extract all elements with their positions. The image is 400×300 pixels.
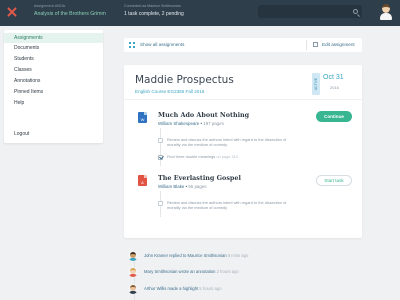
- author-name[interactable]: William Blake: [158, 184, 184, 189]
- sidebar-item-annotations[interactable]: Annotations: [4, 76, 103, 86]
- status-badge-label: ACTIVE: [314, 77, 318, 91]
- task-checkbox[interactable]: [158, 138, 163, 143]
- grid-icon: [129, 42, 135, 48]
- search-input[interactable]: [258, 5, 362, 18]
- due-year: 2016: [330, 85, 339, 90]
- avatar-head: [382, 4, 390, 13]
- avatar: [128, 267, 138, 277]
- sidebar-item-assignments[interactable]: Assignments: [4, 33, 103, 43]
- word-document-icon: W: [138, 112, 147, 123]
- author-name[interactable]: William Shakespeare: [158, 121, 199, 126]
- activity-text[interactable]: John Kramer replied to Maurice Smithsoni…: [144, 253, 248, 258]
- sidebar-item-help[interactable]: Help: [4, 98, 103, 108]
- edit-icon[interactable]: [313, 42, 318, 47]
- top-bar: Assignment #001b Analysis of the Brother…: [0, 0, 400, 26]
- avatar: [128, 284, 138, 294]
- avatar-body: [380, 13, 392, 20]
- show-all-assignments-link[interactable]: Show all assignments: [140, 42, 184, 47]
- avatar: [128, 251, 138, 261]
- due-date: Oct 31: [323, 74, 344, 81]
- task-connector: [160, 128, 161, 166]
- sidebar-menu: Assignments Documents Students Classes A…: [4, 30, 103, 143]
- activity-feed: John Kramer replied to Maurice Smithsoni…: [124, 250, 362, 300]
- sidebar-item-logout[interactable]: Logout: [4, 129, 103, 139]
- divider: [306, 40, 307, 50]
- assignment-title[interactable]: Analysis of the Brothers Grimm: [34, 11, 106, 17]
- task-text: Review and discuss the authors intent wi…: [167, 137, 287, 147]
- task-text: Find three double meanings on page 310: [167, 154, 238, 159]
- activity-text[interactable]: Mary Smithsonian wrote an annotation 2 h…: [144, 269, 239, 274]
- activity-item: Mary Smithsonian wrote an annotation 2 h…: [128, 267, 358, 277]
- close-icon[interactable]: [7, 7, 17, 17]
- document-author: William Shakespeare • 197 pages: [158, 121, 224, 126]
- search-icon[interactable]: [353, 9, 358, 14]
- user-avatar[interactable]: [380, 3, 392, 21]
- sidebar-item-pinned-items[interactable]: Pinned Items: [4, 87, 103, 97]
- task-status: 1 task complete, 2 pending: [124, 11, 184, 17]
- task-checkbox-checked[interactable]: [158, 155, 163, 160]
- connection-label: Connected as Maurice Smithsonian: [124, 4, 181, 8]
- assignment-toolbar: Show all assignments Edit assignment: [124, 38, 362, 52]
- course-link[interactable]: English Course EG2365 Fall 2016: [135, 89, 204, 94]
- page-count: 197 pages: [203, 121, 224, 126]
- status-badge: ACTIVE: [312, 73, 320, 95]
- assignment-meta: Assignment #001b: [34, 4, 66, 8]
- document-title[interactable]: Much Ado About Nothing: [158, 111, 249, 119]
- document-title[interactable]: The Everlasting Gospel: [158, 174, 241, 182]
- divider: [124, 99, 362, 100]
- document-author: William Blake • 55 pages: [158, 184, 207, 189]
- sidebar-item-documents[interactable]: Documents: [4, 43, 103, 53]
- sidebar-item-students[interactable]: Students: [4, 54, 103, 64]
- start-task-button[interactable]: Start task: [316, 175, 352, 186]
- task-text: Review and discuss the authors intent wi…: [167, 200, 287, 210]
- page-count: 55 pages: [188, 184, 207, 189]
- pdf-document-icon: A: [138, 175, 147, 186]
- continue-button[interactable]: Continue: [316, 111, 352, 122]
- edit-assignment-link[interactable]: Edit assignment: [322, 42, 355, 47]
- assignment-card: Maddie Prospectus English Course EG2365 …: [124, 65, 362, 238]
- task-checkbox[interactable]: [158, 201, 163, 206]
- activity-item: John Kramer replied to Maurice Smithsoni…: [128, 251, 358, 261]
- sidebar-item-classes[interactable]: Classes: [4, 65, 103, 75]
- activity-item: Arthur Willis made a highlight 5 hours a…: [128, 284, 358, 294]
- task-page-ref: on page 310: [216, 154, 238, 159]
- activity-text[interactable]: Arthur Willis made a highlight 5 hours a…: [144, 286, 222, 291]
- student-name: Maddie Prospectus: [135, 74, 234, 86]
